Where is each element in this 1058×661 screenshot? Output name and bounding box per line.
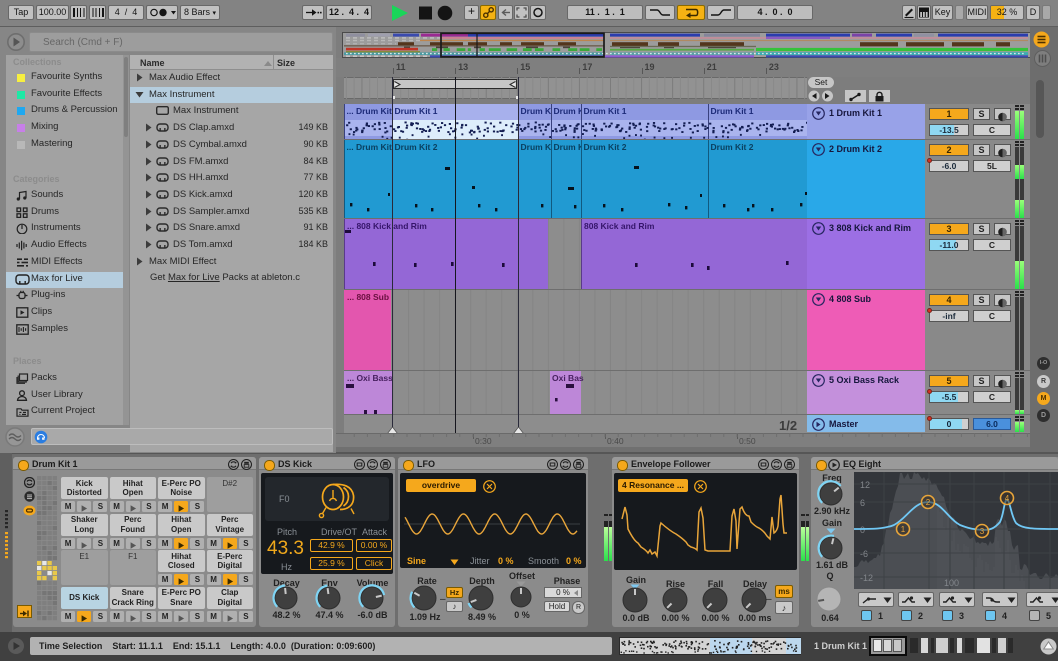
svg-text:6: 6 bbox=[860, 498, 865, 508]
svg-text:3: 3 bbox=[980, 527, 985, 536]
svg-text:1: 1 bbox=[901, 525, 906, 534]
svg-text:12: 12 bbox=[860, 480, 870, 490]
svg-text:-6: -6 bbox=[860, 549, 868, 559]
svg-text:2: 2 bbox=[926, 498, 931, 507]
svg-text:-12: -12 bbox=[860, 573, 873, 583]
svg-text:0: 0 bbox=[860, 525, 865, 535]
svg-text:4: 4 bbox=[1005, 494, 1010, 503]
svg-text:100: 100 bbox=[944, 578, 959, 588]
